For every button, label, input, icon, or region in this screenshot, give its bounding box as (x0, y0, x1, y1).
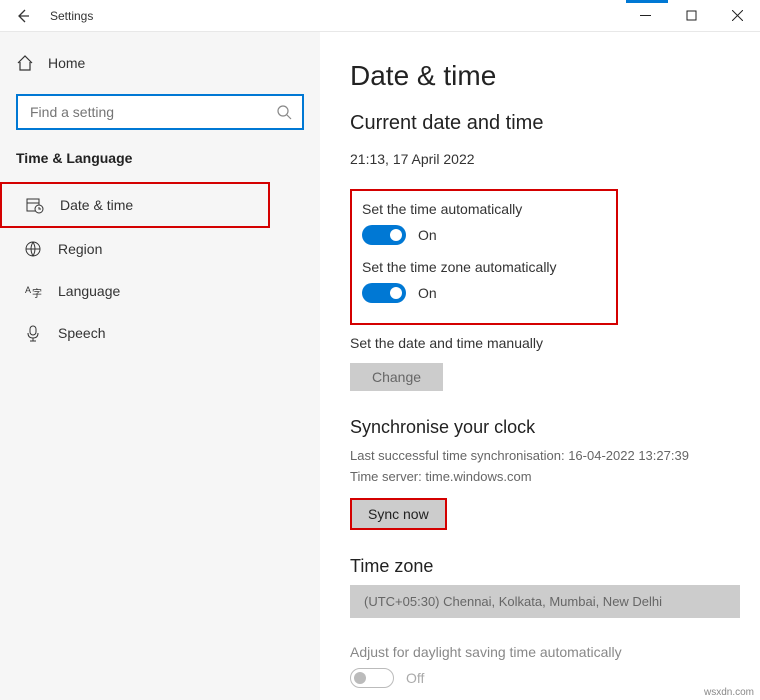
back-button[interactable] (0, 0, 46, 31)
auto-time-state: On (418, 227, 437, 243)
search-icon (276, 104, 292, 120)
category-header: Time & Language (16, 150, 304, 166)
sidebar-item-speech[interactable]: Speech (0, 312, 320, 354)
sync-heading: Synchronise your clock (350, 417, 730, 438)
calendar-clock-icon (26, 196, 44, 214)
svg-text:A: A (25, 285, 31, 295)
home-link[interactable]: Home (0, 46, 320, 80)
maximize-button[interactable] (668, 0, 714, 31)
current-datetime-value: 21:13, 17 April 2022 (350, 151, 730, 167)
change-button: Change (350, 363, 443, 391)
auto-time-label: Set the time automatically (362, 201, 606, 217)
home-label: Home (48, 55, 85, 71)
section-current-datetime: Current date and time (350, 112, 730, 135)
sidebar-item-label: Speech (58, 325, 105, 341)
back-arrow-icon (15, 8, 31, 24)
auto-time-toggle[interactable] (362, 225, 406, 245)
maximize-icon (686, 10, 697, 21)
sidebar-item-language[interactable]: A字 Language (0, 270, 320, 312)
sidebar-item-date-time[interactable]: Date & time (0, 182, 270, 228)
manual-label: Set the date and time manually (350, 335, 730, 351)
page-heading: Date & time (350, 60, 730, 92)
dst-toggle (350, 668, 394, 688)
language-icon: A字 (24, 282, 42, 300)
auto-zone-state: On (418, 285, 437, 301)
window-title: Settings (46, 9, 622, 23)
sidebar-item-region[interactable]: Region (0, 228, 320, 270)
accent-strip (626, 0, 668, 3)
sync-last-time: Last successful time synchronisation: 16… (350, 446, 730, 467)
search-input[interactable] (28, 103, 276, 121)
auto-zone-label: Set the time zone automatically (362, 259, 606, 275)
close-button[interactable] (714, 0, 760, 31)
search-box[interactable] (16, 94, 304, 130)
timezone-heading: Time zone (350, 556, 730, 577)
minimize-icon (640, 10, 651, 21)
sidebar-item-label: Date & time (60, 197, 133, 213)
globe-icon (24, 240, 42, 258)
dst-state: Off (406, 670, 424, 686)
auto-toggles-highlight: Set the time automatically On Set the ti… (350, 189, 618, 325)
svg-text:字: 字 (32, 287, 42, 300)
close-icon (732, 10, 743, 21)
watermark: wsxdn.com (704, 687, 754, 698)
timezone-select: (UTC+05:30) Chennai, Kolkata, Mumbai, Ne… (350, 585, 740, 618)
microphone-icon (24, 324, 42, 342)
sidebar-item-label: Language (58, 283, 120, 299)
sidebar-item-label: Region (58, 241, 102, 257)
home-icon (16, 54, 34, 72)
auto-zone-toggle[interactable] (362, 283, 406, 303)
minimize-button[interactable] (622, 0, 668, 31)
sync-server: Time server: time.windows.com (350, 467, 730, 488)
dst-label: Adjust for daylight saving time automati… (350, 644, 730, 660)
sync-now-button[interactable]: Sync now (350, 498, 447, 530)
